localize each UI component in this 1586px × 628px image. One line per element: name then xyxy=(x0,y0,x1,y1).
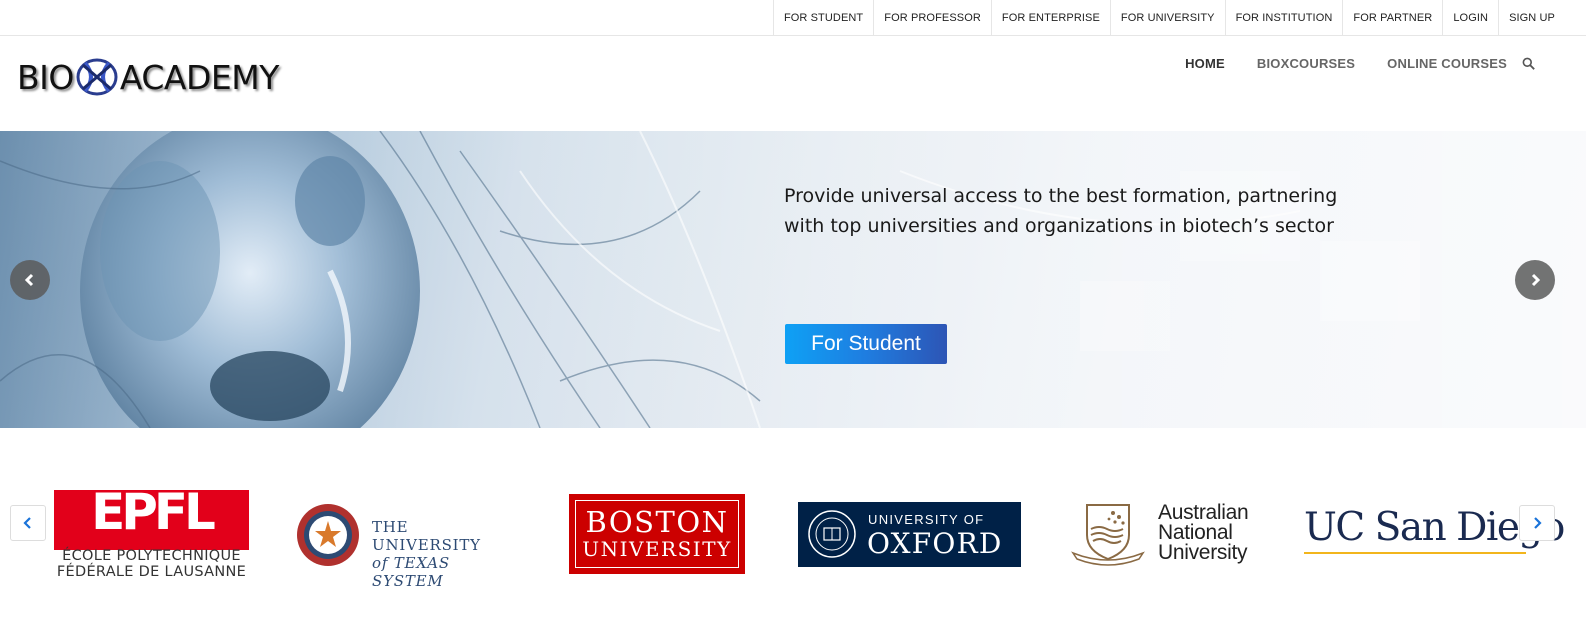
bu-line-2: UNIVERSITY xyxy=(582,537,732,561)
nav-bioxcourses[interactable]: BIOXCOURSES xyxy=(1257,56,1355,71)
main-nav: HOME BIOXCOURSES ONLINE COURSES xyxy=(1153,56,1507,71)
epfl-subtitle-line-1: ÉCOLE POLYTECHNIQUE xyxy=(62,548,241,564)
bu-line-1: BOSTON xyxy=(585,505,729,539)
logo-text-academy: ACADEMY xyxy=(119,57,280,97)
slider-prev-button[interactable] xyxy=(10,260,50,300)
partner-carousel: EPFL ÉCOLE POLYTECHNIQUE FÉDÉRALE DE LAU… xyxy=(0,428,1586,628)
oxford-crest-icon xyxy=(808,510,856,558)
carousel-next-button[interactable] xyxy=(1519,505,1555,541)
anu-crest-icon xyxy=(1071,504,1145,566)
chevron-right-icon xyxy=(1531,273,1541,287)
anu-line-2: National xyxy=(1158,521,1233,544)
anu-wordmark: Australian National University xyxy=(1158,501,1249,564)
ucsd-gold-underline xyxy=(1304,552,1526,554)
site-header: BIO ACADEMY HOME BIOXCOURSES ONLINE COUR… xyxy=(0,36,1586,131)
epfl-subtitle-line-2: FÉDÉRALE DE LAUSANNE xyxy=(56,564,247,580)
hero-tagline-line-2: with top universities and organizations … xyxy=(784,215,1334,237)
epfl-subtitle: ÉCOLE POLYTECHNIQUE FÉDÉRALE DE LAUSANNE xyxy=(54,548,249,580)
ut-line-2: of TEXAS SYSTEM xyxy=(372,554,450,590)
hero-tagline: Provide universal access to the best for… xyxy=(784,181,1404,241)
ut-seal-icon xyxy=(297,504,359,566)
ut-line-1: THE UNIVERSITY xyxy=(372,518,481,554)
bu-frame: BOSTON UNIVERSITY xyxy=(575,500,739,568)
hero-tagline-line-1: Provide universal access to the best for… xyxy=(784,185,1338,207)
hero-slider: Provide universal access to the best for… xyxy=(0,131,1586,428)
carousel-prev-button[interactable] xyxy=(10,505,46,541)
anu-line-3: University xyxy=(1158,541,1248,564)
ut-wordmark: THE UNIVERSITY of TEXAS SYSTEM xyxy=(372,518,481,590)
logo-x-mark-icon xyxy=(76,58,118,96)
partner-logo-boston-university[interactable]: BOSTON UNIVERSITY xyxy=(569,494,745,574)
link-for-professor[interactable]: FOR PROFESSOR xyxy=(874,0,992,35)
login-link[interactable]: LOGIN xyxy=(1443,0,1500,35)
chevron-left-icon xyxy=(23,517,31,529)
for-student-button[interactable]: For Student xyxy=(785,324,947,364)
partner-logo-oxford[interactable]: UNIVERSITY OF OXFORD xyxy=(798,502,1021,567)
search-icon[interactable] xyxy=(1522,57,1535,70)
chevron-right-icon xyxy=(1534,517,1542,529)
logo-text-bio: BIO xyxy=(17,57,74,97)
link-for-partner[interactable]: FOR PARTNER xyxy=(1343,0,1444,35)
top-utility-bar: FOR STUDENT FOR PROFESSOR FOR ENTERPRISE… xyxy=(0,0,1586,36)
site-logo[interactable]: BIO ACADEMY xyxy=(17,57,279,97)
anu-line-1: Australian xyxy=(1158,501,1249,524)
oxford-line-1: UNIVERSITY OF xyxy=(868,512,985,527)
nav-home[interactable]: HOME xyxy=(1185,56,1225,71)
slider-next-button[interactable] xyxy=(1515,260,1555,300)
link-for-enterprise[interactable]: FOR ENTERPRISE xyxy=(992,0,1111,35)
link-for-institution[interactable]: FOR INSTITUTION xyxy=(1226,0,1344,35)
chevron-left-icon xyxy=(24,273,34,287)
epfl-wordmark: EPFL xyxy=(91,483,216,541)
hero-background-image xyxy=(0,131,1586,428)
oxford-line-2: OXFORD xyxy=(867,527,1003,560)
utility-links: FOR STUDENT FOR PROFESSOR FOR ENTERPRISE… xyxy=(772,0,1565,35)
sign-up-link[interactable]: SIGN UP xyxy=(1499,0,1565,35)
link-for-university[interactable]: FOR UNIVERSITY xyxy=(1111,0,1226,35)
nav-online-courses[interactable]: ONLINE COURSES xyxy=(1387,56,1507,71)
link-for-student[interactable]: FOR STUDENT xyxy=(774,0,875,35)
